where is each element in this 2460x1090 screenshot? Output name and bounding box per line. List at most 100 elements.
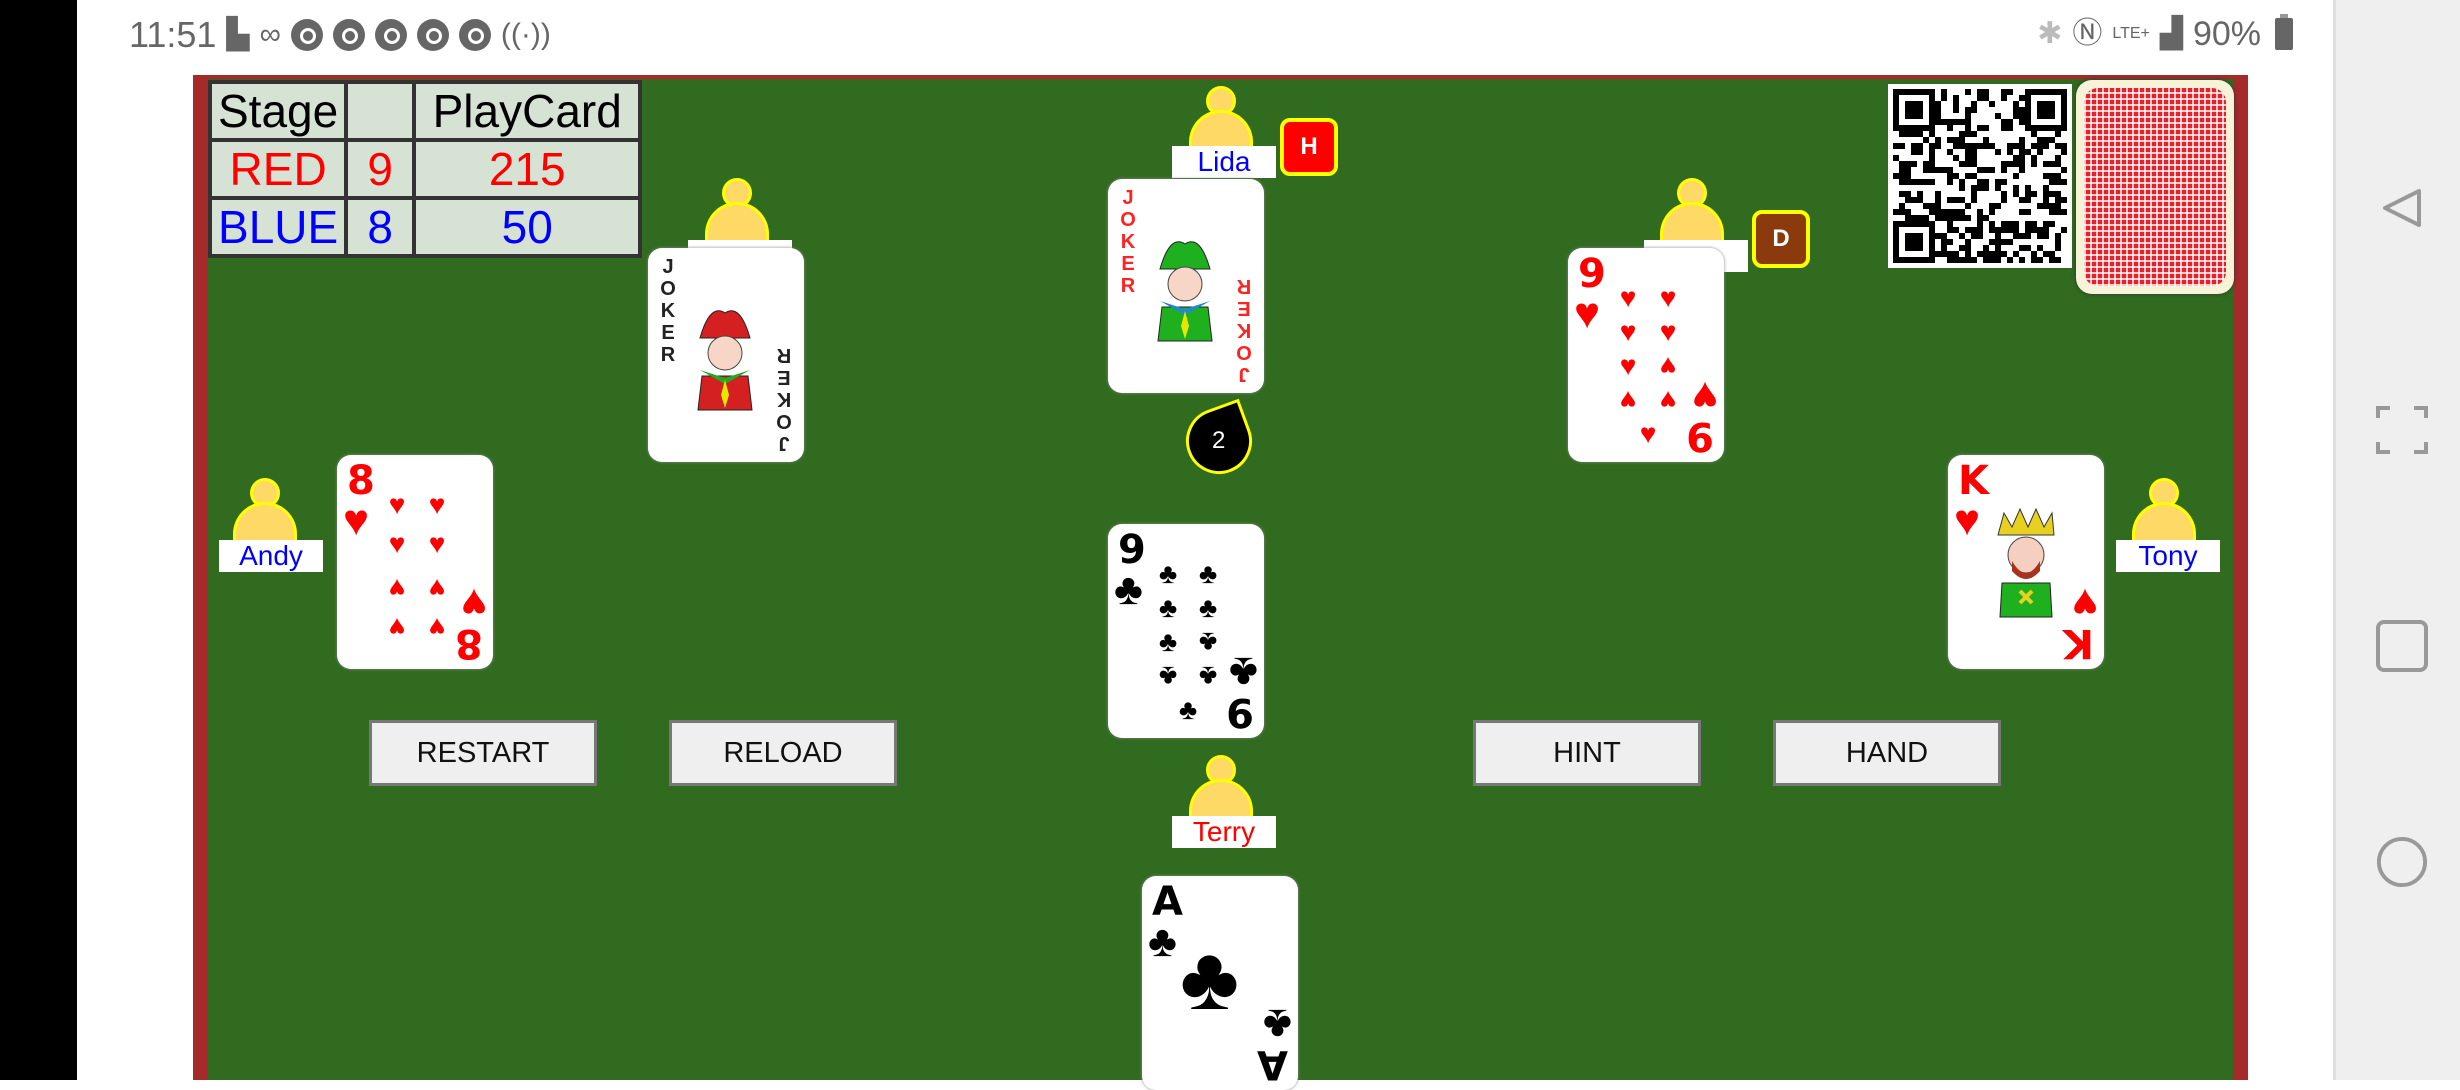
king-face-icon bbox=[1997, 507, 2055, 618]
pip-icon: ♥ bbox=[428, 573, 446, 604]
pip-icon: ♥ bbox=[1619, 282, 1637, 313]
hand-card[interactable]: A ♣ ♣ A ♣ bbox=[1142, 876, 1298, 1090]
card-rank-bottom: 9 bbox=[1226, 689, 1254, 735]
played-card-top-left: JOKER JOKER bbox=[648, 248, 804, 462]
card-back-pattern bbox=[2084, 88, 2226, 286]
team-name: BLUE bbox=[212, 200, 345, 254]
player-name-bottom: Terry bbox=[1172, 816, 1276, 848]
trick-count: 2 bbox=[1212, 427, 1226, 455]
played-card-top-right: 9 ♥ ♥ ♥ ♥ ♥ ♥ ♥ ♥ ♥ ♥ 9 ♥ bbox=[1568, 248, 1724, 462]
club-icon: ♣ bbox=[1263, 1000, 1292, 1049]
pip-icon: ♣ bbox=[1178, 694, 1198, 725]
deck-card-back[interactable] bbox=[2076, 80, 2234, 294]
pip-icon: ♥ bbox=[388, 489, 406, 520]
pip-icon: ♥ bbox=[428, 528, 446, 559]
player-name-top: Lida bbox=[1172, 146, 1276, 178]
hint-button[interactable]: HINT bbox=[1473, 720, 1701, 786]
played-card-top: JOKER JOKER bbox=[1108, 179, 1264, 393]
avatar-left bbox=[233, 478, 297, 544]
pip-icon: ♥ bbox=[1659, 351, 1677, 382]
chrome-icon bbox=[332, 19, 365, 51]
pip-icon: ♥ bbox=[1639, 418, 1657, 449]
left-black-bar bbox=[0, 0, 77, 1080]
recents-button[interactable] bbox=[2376, 620, 2428, 672]
restart-button[interactable]: RESTART bbox=[369, 720, 597, 786]
pip-icon: ♣ bbox=[1158, 661, 1178, 692]
card-pips: ♣ ♣ ♣ ♣ ♣ ♣ ♣ ♣ ♣ bbox=[1148, 558, 1228, 724]
heart-icon: ♥ bbox=[460, 579, 487, 628]
card-rank-bottom: A bbox=[1257, 1041, 1288, 1087]
heart-icon: ♥ bbox=[343, 496, 370, 545]
clock: 11:51 bbox=[129, 14, 217, 55]
card-pips: ♥ ♥ ♥ ♥ ♥ ♥ ♥ ♥ ♥ bbox=[1608, 282, 1688, 448]
heart-icon: ♥ bbox=[1954, 496, 1981, 545]
nfc-icon: Ⓝ bbox=[2072, 17, 2103, 50]
scoreboard-row-blue: BLUE 8 50 bbox=[212, 200, 639, 254]
signal-icon: ▟ bbox=[2159, 17, 2183, 50]
avatar-top-right bbox=[1660, 178, 1724, 244]
status-right: ✱ Ⓝ LTE+ ▟ 90% bbox=[2037, 14, 2293, 54]
pip-icon: ♥ bbox=[1659, 282, 1677, 313]
back-button[interactable] bbox=[2376, 182, 2428, 234]
qr-code-icon bbox=[1893, 89, 2067, 263]
team-stage: 9 bbox=[348, 142, 413, 196]
pip-icon: ♥ bbox=[1659, 316, 1677, 347]
team-stage: 8 bbox=[348, 200, 413, 254]
pip-icon: ♣ bbox=[1158, 592, 1178, 623]
pip-icon: ♥ bbox=[428, 489, 446, 520]
heart-icon: ♥ bbox=[2071, 579, 2098, 628]
status-bar: 11:51 ▙ ∞ ((·)) ✱ Ⓝ LTE+ ▟ 90% bbox=[77, 0, 2333, 75]
card-rank: A bbox=[1152, 879, 1183, 925]
card-rank-bottom: JOKER bbox=[1236, 275, 1252, 385]
chrome-icon bbox=[416, 19, 449, 51]
header-playcard: PlayCard bbox=[416, 84, 639, 138]
header-stage: Stage bbox=[212, 84, 345, 138]
pip-icon: ♣ bbox=[1198, 558, 1218, 589]
scoreboard: Stage PlayCard RED 9 215 BLUE 8 50 bbox=[208, 80, 643, 258]
club-icon: ♣ bbox=[1180, 929, 1240, 1029]
video-call-icon: ▙ bbox=[226, 18, 250, 51]
home-icon bbox=[2376, 836, 2428, 888]
joker-face-icon bbox=[1157, 241, 1213, 342]
card-rank: 9 bbox=[1118, 527, 1146, 573]
hotspot-icon: ((·)) bbox=[500, 18, 551, 51]
qr-code[interactable] bbox=[1888, 84, 2072, 268]
pip-icon: ♥ bbox=[388, 573, 406, 604]
club-icon: ♣ bbox=[1148, 917, 1177, 966]
card-pips: ♥ ♥ ♥ ♥ ♥ ♥ ♥ ♥ bbox=[377, 489, 457, 644]
lte-plus-icon: LTE+ bbox=[2112, 25, 2150, 42]
heart-icon: ♥ bbox=[1691, 372, 1718, 421]
home-button[interactable] bbox=[2376, 836, 2428, 888]
pip-icon: ♥ bbox=[1659, 385, 1677, 416]
card-rank: JOKER bbox=[660, 256, 676, 366]
reload-button[interactable]: RELOAD bbox=[669, 720, 897, 786]
pip-icon: ♣ bbox=[1198, 627, 1218, 658]
pip-icon: ♥ bbox=[428, 612, 446, 643]
bluetooth-icon: ✱ bbox=[2037, 17, 2063, 50]
recents-icon bbox=[2376, 620, 2428, 672]
card-rank: JOKER bbox=[1120, 187, 1136, 297]
chrome-icon bbox=[374, 19, 407, 51]
player-name-left: Andy bbox=[219, 540, 323, 572]
card-rank: 8 bbox=[347, 458, 375, 504]
pip-icon: ♣ bbox=[1198, 592, 1218, 623]
chrome-icon bbox=[458, 19, 491, 51]
played-card-right: K ♥ K ♥ bbox=[1948, 455, 2104, 669]
screenshot-icon bbox=[2376, 406, 2428, 454]
screenshot-button[interactable] bbox=[2376, 404, 2428, 456]
status-left: 11:51 ▙ ∞ ((·)) bbox=[129, 14, 551, 56]
hand-button[interactable]: HAND bbox=[1773, 720, 2001, 786]
avatar-right bbox=[2132, 478, 2196, 544]
card-rank-bottom: 8 bbox=[455, 620, 483, 666]
team-playcard: 50 bbox=[416, 200, 639, 254]
played-card-bottom: 9 ♣ ♣ ♣ ♣ ♣ ♣ ♣ ♣ ♣ ♣ 9 ♣ bbox=[1108, 524, 1264, 738]
card-rank: K bbox=[1958, 458, 1989, 504]
card-rank-bottom: 9 bbox=[1686, 413, 1714, 459]
avatar-top-left bbox=[705, 178, 769, 244]
card-rank-bottom: K bbox=[2063, 620, 2094, 666]
team-playcard: 215 bbox=[416, 142, 639, 196]
back-icon bbox=[2383, 189, 2421, 227]
chrome-icon bbox=[290, 19, 323, 51]
heart-icon: ♥ bbox=[1574, 289, 1601, 338]
team-name: RED bbox=[212, 142, 345, 196]
